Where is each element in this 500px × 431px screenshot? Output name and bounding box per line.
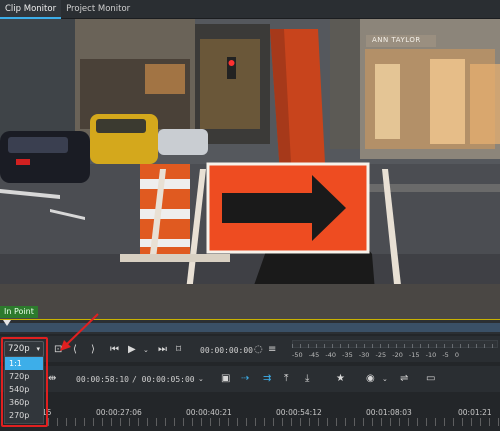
timeline-toolbar: ⇹ 00:00:58:10 / 00:00:05:00 ⌄ ▣ ⇢ ⇉ ⤒ ⤓ … [0,366,500,392]
video-preview[interactable]: ANN TAYLOR [0,19,500,321]
favorite-star-icon[interactable]: ★ [336,373,345,385]
chevron-down-icon: ▾ [36,345,40,353]
zoom-option-1-1[interactable]: 1:1 [5,357,43,370]
mixer-icon[interactable]: ⇌ [400,373,408,385]
duration-timecode: / 00:00:05:00 [132,375,195,384]
timeline-ruler-label: 00:00:27:06 [96,408,142,417]
lift-icon[interactable]: ⤒ [284,373,288,385]
store-sign-text: ANN TAYLOR [372,36,421,44]
resize-icon[interactable]: ⇹ [48,373,56,385]
tab-project-monitor[interactable]: Project Monitor [61,0,135,19]
record-chevron-icon[interactable]: ⌄ [382,373,388,385]
set-out-icon[interactable]: ⟩ [91,344,95,356]
timeline-ruler[interactable] [0,400,500,431]
record-icon[interactable]: ◉ [366,373,375,385]
timeline-ruler-label: 00:01:21 [458,408,492,417]
zoom-option-720p[interactable]: 720p [5,370,43,383]
play-icon[interactable]: ▶ [128,344,136,356]
menu-icon[interactable]: ≡ [268,344,276,356]
timeline-ruler-label: 00:00:54:12 [276,408,322,417]
set-in-icon[interactable]: ⟨ [73,344,77,356]
timeline-ruler-label: 00:00:40:21 [186,408,232,417]
in-point-label: In Point [0,306,38,318]
forward-icon[interactable]: ⏭ [158,344,167,356]
audio-meter-scale: -50 -45 -40 -35 -30 -25 -20 -15 -10 -5 0 [292,351,460,359]
zoom-select[interactable]: 720p ▾ [4,341,44,357]
zoom-option-540p[interactable]: 540p [5,383,43,396]
monitor-timecode[interactable]: 00:00:00:00 [200,346,253,355]
monitor-tab-bar: Clip Monitor Project Monitor [0,0,500,19]
position-timecode[interactable]: 00:00:58:10 [76,375,129,384]
extract-icon[interactable]: ⤓ [305,373,309,385]
duration-chevron-icon[interactable]: ⌄ [198,373,204,385]
zone-icon[interactable]: ⌑ [176,344,181,356]
zoom-dropdown-menu: 1:1 720p 540p 360p 270p [4,356,44,424]
clip-ruler[interactable] [0,319,500,334]
audio-meter-ticks [292,344,498,348]
compositing-icon[interactable]: ▣ [221,373,230,385]
zoom-select-value: 720p [8,344,30,354]
clip-ruler-bar [0,323,500,332]
tab-clip-monitor[interactable]: Clip Monitor [0,0,62,19]
zoom-option-360p[interactable]: 360p [5,396,43,409]
subtitle-icon[interactable]: ▭ [426,373,435,385]
crop-icon[interactable]: ⊡ [54,344,62,356]
insert-icon[interactable]: ⇢ [241,373,249,385]
play-options-chevron-icon[interactable]: ⌄ [143,344,149,356]
zoom-option-270p[interactable]: 270p [5,409,43,422]
overwrite-icon[interactable]: ⇉ [263,373,271,385]
timecode-spin-icon[interactable]: ◌ [254,344,263,356]
rewind-icon[interactable]: ⏮ [110,344,119,356]
timeline-ruler-label: 00:01:08:03 [366,408,412,417]
video-frame-image [0,19,500,321]
playhead-marker[interactable] [3,320,11,326]
timeline-ruler-ticks [48,418,500,426]
